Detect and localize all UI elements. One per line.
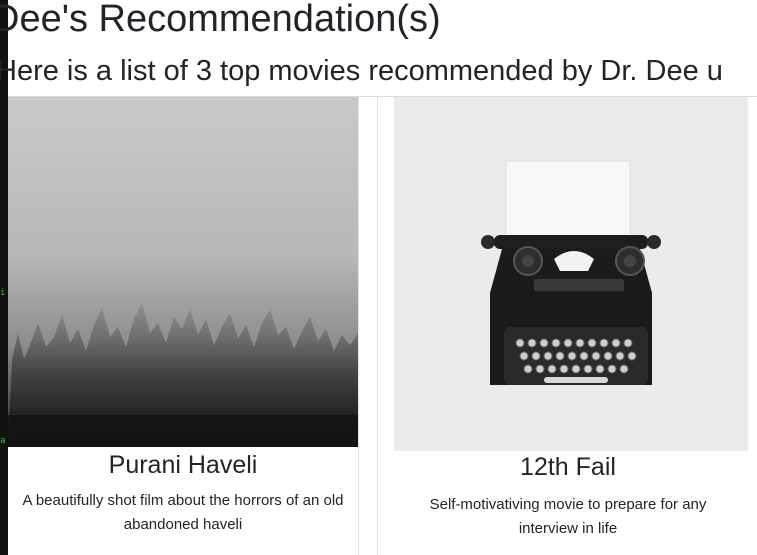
movie-card[interactable]: 12th Fail Self-motivativing movie to pre… [377, 97, 757, 555]
page-title: Dee's Recommendation(s) [0, 0, 441, 40]
movie-title: 12th Fail [520, 453, 616, 481]
movie-card[interactable]: Purani Haveli A beautifully shot film ab… [8, 97, 359, 555]
edge-glyph: a [0, 436, 6, 446]
foggy-forest-image [8, 97, 358, 447]
subtitle-container: Here is a list of 3 top movies recommend… [0, 52, 757, 92]
page: i a Dee's Recommendation(s) Here is a li… [0, 0, 757, 555]
movie-description: Self-motivativing movie to prepare for a… [429, 496, 707, 537]
typewriter-image [394, 97, 748, 451]
page-subtitle: Here is a list of 3 top movies recommend… [0, 55, 723, 87]
edge-glyph: i [0, 288, 6, 298]
movie-title: Purani Haveli [108, 451, 258, 479]
movie-description: A beautifully shot film about the horror… [22, 492, 344, 533]
